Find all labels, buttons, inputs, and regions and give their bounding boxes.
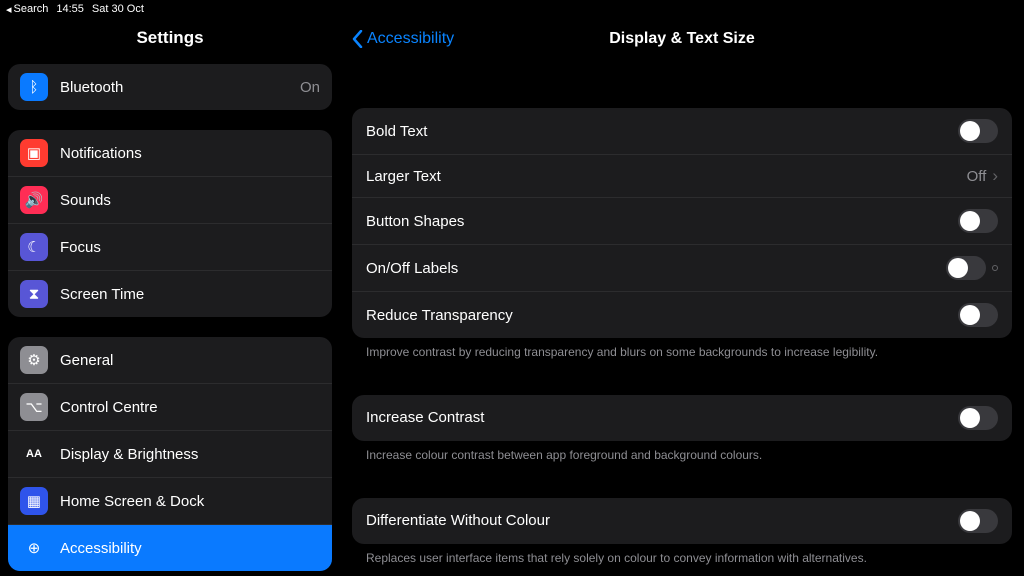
detail-content[interactable]: Bold Text Larger Text Off › Button Shape… xyxy=(340,60,1024,576)
row-button-shapes[interactable]: Button Shapes xyxy=(352,197,1012,244)
sidebar-item-value: On xyxy=(300,79,320,96)
sidebar-item-sounds[interactable]: 🔊 Sounds xyxy=(8,176,332,223)
sidebar-item-label: General xyxy=(60,352,320,369)
toggle-reduce-transparency[interactable] xyxy=(958,303,998,327)
sidebar-item-label: Accessibility xyxy=(60,540,320,557)
chevron-left-icon xyxy=(352,30,363,48)
sidebar-item-label: Display & Brightness xyxy=(60,446,320,463)
onoff-off-indicator-icon xyxy=(992,265,998,271)
row-onoff-labels[interactable]: On/Off Labels xyxy=(352,244,1012,291)
sidebar-item-label: Screen Time xyxy=(60,286,320,303)
row-label: Increase Contrast xyxy=(366,409,958,426)
display-brightness-icon: AA xyxy=(20,440,48,468)
accessibility-icon: ⊕ xyxy=(20,534,48,562)
sidebar-item-label: Sounds xyxy=(60,192,320,209)
sidebar-item-focus[interactable]: ☾ Focus xyxy=(8,223,332,270)
focus-icon: ☾ xyxy=(20,233,48,261)
row-label: Button Shapes xyxy=(366,213,958,230)
toggle-bold-text[interactable] xyxy=(958,119,998,143)
status-date: Sat 30 Oct xyxy=(92,3,144,15)
general-icon: ⚙︎ xyxy=(20,346,48,374)
row-differentiate-colour[interactable]: Differentiate Without Colour xyxy=(352,498,1012,544)
sidebar-item-label: Home Screen & Dock xyxy=(60,493,320,510)
status-time: 14:55 xyxy=(56,3,84,15)
settings-sidebar: Settings ᛒ Bluetooth On ▣ Notifications … xyxy=(0,18,340,576)
toggle-button-shapes[interactable] xyxy=(958,209,998,233)
home-screen-icon: ▦ xyxy=(20,487,48,515)
sidebar-item-control-centre[interactable]: ⌥ Control Centre xyxy=(8,383,332,430)
status-back-label: Search xyxy=(14,3,49,15)
back-button[interactable]: Accessibility xyxy=(340,30,454,48)
row-label: Differentiate Without Colour xyxy=(366,512,958,529)
sidebar-group-general: ⚙︎ General ⌥ Control Centre AA Display &… xyxy=(8,337,332,571)
sidebar-item-bluetooth[interactable]: ᛒ Bluetooth On xyxy=(8,64,332,110)
sidebar-item-home-screen-dock[interactable]: ▦ Home Screen & Dock xyxy=(8,477,332,524)
sidebar-item-label: Focus xyxy=(60,239,320,256)
back-label: Accessibility xyxy=(367,30,454,48)
control-centre-icon: ⌥ xyxy=(20,393,48,421)
row-label: Larger Text xyxy=(366,168,967,185)
section-contrast: Increase Contrast xyxy=(352,395,1012,441)
section-footer: Replaces user interface items that rely … xyxy=(352,544,1012,567)
section-footer: Increase colour contrast between app for… xyxy=(352,441,1012,464)
row-larger-text[interactable]: Larger Text Off › xyxy=(352,154,1012,197)
row-reduce-transparency[interactable]: Reduce Transparency xyxy=(352,291,1012,338)
sidebar-item-notifications[interactable]: ▣ Notifications xyxy=(8,130,332,176)
row-label: Bold Text xyxy=(366,123,958,140)
detail-nav: Accessibility Display & Text Size xyxy=(340,18,1024,60)
toggle-onoff-labels[interactable] xyxy=(946,256,986,280)
sounds-icon: 🔊 xyxy=(20,186,48,214)
detail-pane: Accessibility Display & Text Size Bold T… xyxy=(340,18,1024,576)
caret-left-icon: ◂ xyxy=(6,3,12,16)
status-back-to-app[interactable]: ◂ Search xyxy=(6,3,48,16)
row-value: Off xyxy=(967,168,987,185)
screen-time-icon: ⧗ xyxy=(20,280,48,308)
section-text-display: Bold Text Larger Text Off › Button Shape… xyxy=(352,108,1012,338)
notifications-icon: ▣ xyxy=(20,139,48,167)
toggle-increase-contrast[interactable] xyxy=(958,406,998,430)
sidebar-item-label: Notifications xyxy=(60,145,320,162)
row-label: On/Off Labels xyxy=(366,260,946,277)
sidebar-title: Settings xyxy=(8,18,332,64)
section-footer: Improve contrast by reducing transparenc… xyxy=(352,338,1012,361)
chevron-right-icon: › xyxy=(992,166,998,186)
sidebar-group-connectivity: ᛒ Bluetooth On xyxy=(8,64,332,110)
sidebar-item-label: Control Centre xyxy=(60,399,320,416)
section-differentiate: Differentiate Without Colour xyxy=(352,498,1012,544)
row-bold-text[interactable]: Bold Text xyxy=(352,108,1012,154)
sidebar-item-display-brightness[interactable]: AA Display & Brightness xyxy=(8,430,332,477)
sidebar-group-notifications: ▣ Notifications 🔊 Sounds ☾ Focus ⧗ Scree… xyxy=(8,130,332,317)
sidebar-item-accessibility[interactable]: ⊕ Accessibility xyxy=(8,524,332,571)
toggle-differentiate-colour[interactable] xyxy=(958,509,998,533)
row-increase-contrast[interactable]: Increase Contrast xyxy=(352,395,1012,441)
sidebar-item-label: Bluetooth xyxy=(60,79,288,96)
status-bar: ◂ Search 14:55 Sat 30 Oct xyxy=(0,0,1024,18)
sidebar-item-general[interactable]: ⚙︎ General xyxy=(8,337,332,383)
bluetooth-icon: ᛒ xyxy=(20,73,48,101)
sidebar-item-screen-time[interactable]: ⧗ Screen Time xyxy=(8,270,332,317)
row-label: Reduce Transparency xyxy=(366,307,958,324)
